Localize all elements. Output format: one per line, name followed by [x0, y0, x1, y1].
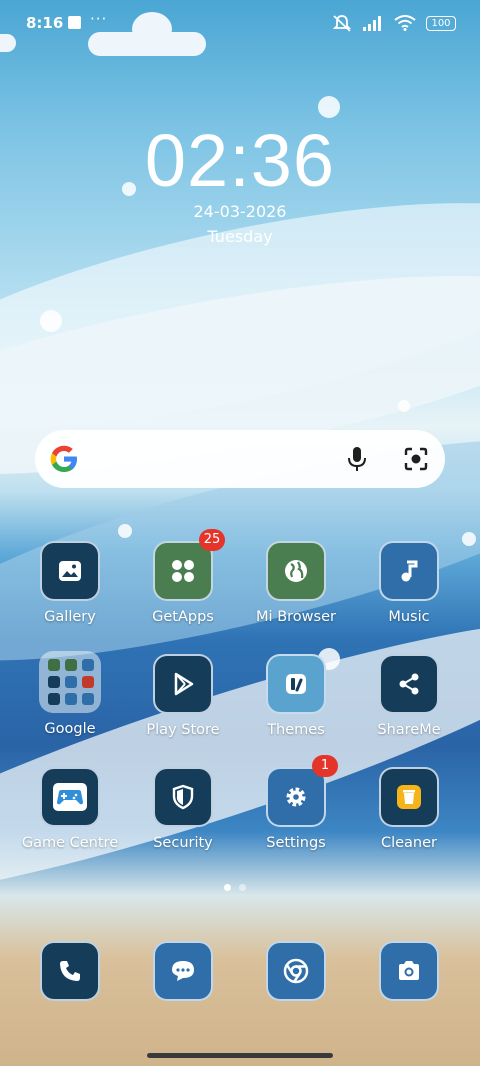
gamepad-icon — [40, 767, 100, 827]
app-security[interactable]: Security — [128, 767, 238, 851]
app-label: Gallery — [44, 609, 96, 625]
camera-icon — [379, 941, 439, 1001]
clock-time[interactable]: 02:36 — [0, 118, 480, 203]
app-label: Music — [388, 609, 430, 625]
app-label: GetApps — [152, 609, 214, 625]
notification-badge: 25 — [199, 529, 225, 551]
app-shareme[interactable]: ShareMe — [354, 654, 464, 738]
app-label: Settings — [266, 835, 326, 851]
gesture-nav-bar[interactable] — [147, 1053, 333, 1058]
app-label: ShareMe — [377, 722, 441, 738]
grid-four-icon: 25 — [153, 529, 225, 601]
app-cleaner[interactable]: Cleaner — [354, 767, 464, 851]
page-indicator[interactable] — [224, 884, 246, 891]
messages-icon — [153, 941, 213, 1001]
app-themes[interactable]: Themes — [241, 654, 351, 738]
status-time: 8:16 — [26, 14, 64, 32]
gear-icon: 1 — [266, 755, 338, 827]
dock-chrome[interactable] — [241, 941, 351, 1001]
dock-camera[interactable] — [354, 941, 464, 1001]
mic-icon[interactable] — [345, 446, 369, 472]
app-settings[interactable]: 1 Settings — [241, 755, 351, 851]
app-play-store[interactable]: Play Store — [128, 654, 238, 738]
folder-icon — [39, 651, 101, 713]
camera-lens-icon[interactable] — [403, 446, 429, 472]
status-bar: 8:16 ··· 100 — [0, 0, 480, 46]
app-gallery[interactable]: Gallery — [15, 541, 125, 625]
google-g-icon — [50, 445, 77, 472]
dock-phone[interactable] — [15, 941, 125, 1001]
signal-icon — [363, 16, 381, 31]
app-label: Security — [153, 835, 213, 851]
app-label: Themes — [267, 722, 325, 738]
app-label: Cleaner — [380, 835, 438, 851]
more-notifications-icon: ··· — [90, 10, 108, 28]
globe-icon — [266, 541, 326, 601]
app-mi-browser[interactable]: Mi Browser — [241, 541, 351, 625]
phone-icon — [40, 941, 100, 1001]
shield-icon — [153, 767, 213, 827]
app-label: Mi Browser — [256, 609, 336, 625]
chrome-icon — [266, 941, 326, 1001]
app-getapps[interactable]: 25 GetApps — [128, 529, 238, 625]
mute-vibrate-icon — [332, 15, 352, 32]
app-label: Play Store — [146, 722, 220, 738]
trash-icon — [379, 767, 439, 827]
notification-square-icon — [68, 16, 81, 29]
clock-date: 24-03-2026 — [193, 202, 287, 221]
wifi-icon — [394, 15, 416, 31]
clock-day: Tuesday — [207, 227, 273, 246]
home-screen: 8:16 ··· 100 02:36 24-03-2026 Tuesday Ga… — [0, 0, 480, 1066]
play-store-icon — [153, 654, 213, 714]
page-dot-active — [224, 884, 231, 891]
google-search-bar[interactable] — [35, 430, 445, 488]
themes-icon — [266, 654, 326, 714]
app-music[interactable]: Music — [354, 541, 464, 625]
music-note-icon — [379, 541, 439, 601]
page-dot — [239, 884, 246, 891]
dock-messages[interactable] — [128, 941, 238, 1001]
app-label: Google — [44, 721, 96, 737]
battery-indicator: 100 — [426, 15, 456, 31]
app-label: Game Centre — [21, 835, 119, 851]
folder-google[interactable]: Google — [15, 651, 125, 737]
notification-badge: 1 — [312, 755, 338, 777]
share-icon — [379, 654, 439, 714]
gallery-icon — [40, 541, 100, 601]
app-game-centre[interactable]: Game Centre — [15, 767, 125, 851]
